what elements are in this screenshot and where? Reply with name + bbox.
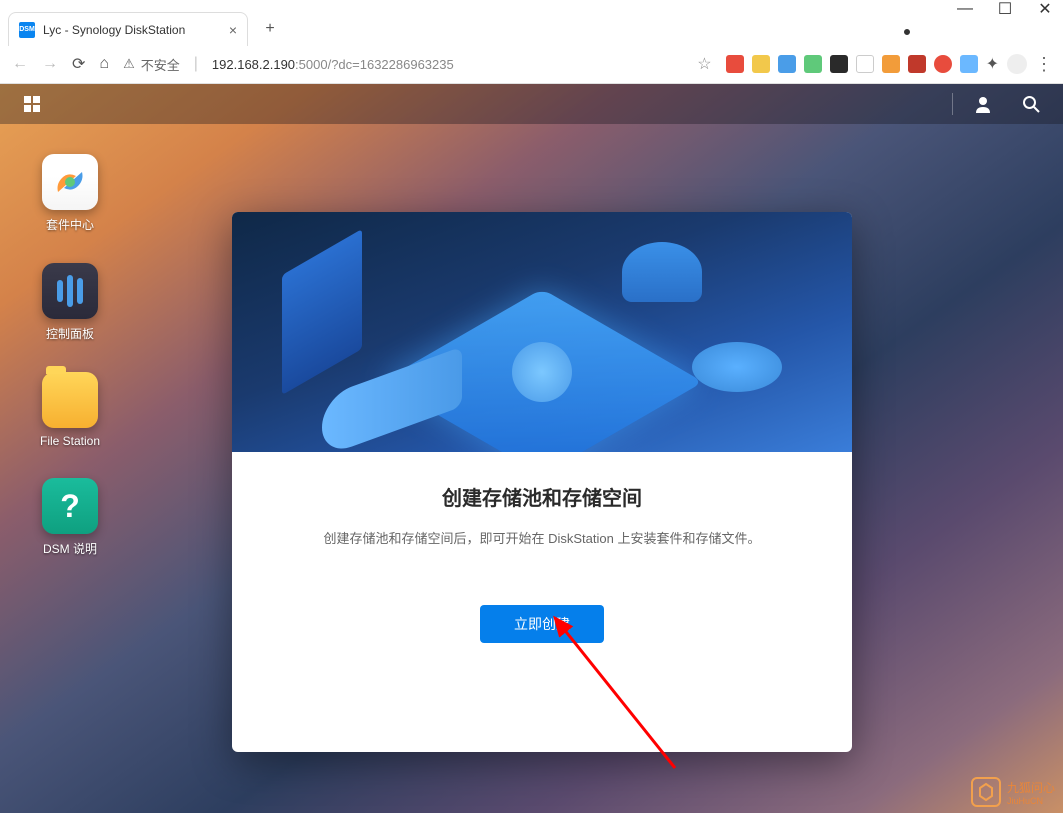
icon-label: DSM 说明 [43, 540, 97, 557]
extension-icon[interactable] [804, 55, 822, 73]
search-button[interactable] [1009, 88, 1053, 120]
tab-close-icon[interactable]: × [229, 22, 237, 38]
tab-bar: DSM Lyc - Synology DiskStation × + [0, 10, 1063, 46]
watermark-logo-icon [971, 777, 1001, 807]
window-minimize-icon[interactable]: ― [959, 3, 971, 15]
new-tab-button[interactable]: + [256, 15, 284, 43]
window-close-icon[interactable]: ✕ [1039, 3, 1051, 15]
create-storage-dialog: 创建存储池和存储空间 创建存储池和存储空间后，即可开始在 DiskStation… [232, 212, 852, 752]
person-icon [974, 95, 992, 113]
desktop-icon-file-station[interactable]: File Station [30, 372, 110, 448]
extensions-menu-icon[interactable]: ✦ [986, 54, 999, 74]
icon-label: 控制面板 [46, 325, 94, 342]
tab-title: Lyc - Synology DiskStation [43, 23, 185, 37]
extension-icon[interactable] [778, 55, 796, 73]
dialog-description: 创建存储池和存储空间后，即可开始在 DiskStation 上安装套件和存储文件… [272, 529, 812, 550]
user-menu-button[interactable] [961, 88, 1005, 120]
watermark: 九狐问心 JiuHuCN [971, 777, 1055, 807]
browser-menu-icon[interactable]: ⋮ [1035, 54, 1051, 75]
extension-icon[interactable] [882, 55, 900, 73]
desktop-icon-dsm-help[interactable]: ? DSM 说明 [30, 478, 110, 557]
extension-icon[interactable] [830, 55, 848, 73]
adblock-icon[interactable] [934, 55, 952, 73]
back-icon[interactable]: ← [12, 55, 28, 73]
security-label: 不安全 [141, 55, 180, 74]
grid-icon [23, 95, 41, 113]
watermark-text-en: JiuHuCN [1007, 796, 1055, 806]
bookmark-star-icon[interactable]: ☆ [697, 54, 711, 74]
dsm-desktop: 套件中心 控制面板 File Station ? DSM 说明 创建存储池和 [0, 84, 1063, 813]
extension-icon[interactable] [960, 55, 978, 73]
window-controls: ― ☐ ✕ [0, 0, 1063, 10]
icon-label: 套件中心 [46, 216, 94, 233]
desktop-icons: 套件中心 控制面板 File Station ? DSM 说明 [30, 154, 110, 557]
dialog-hero-illustration [232, 212, 852, 452]
extension-icon[interactable] [752, 55, 770, 73]
url-field[interactable]: 192.168.2.190:5000/?dc=1632286963235 [212, 57, 683, 72]
window-maximize-icon[interactable]: ☐ [999, 3, 1011, 15]
desktop-icon-control-panel[interactable]: 控制面板 [30, 263, 110, 342]
extension-icon[interactable] [856, 55, 874, 73]
divider [952, 93, 953, 115]
tab-favicon-icon: DSM [19, 22, 35, 38]
desktop-icon-package-center[interactable]: 套件中心 [30, 154, 110, 233]
extension-icons: ✦ ⋮ [726, 54, 1051, 75]
dialog-body: 创建存储池和存储空间 创建存储池和存储空间后，即可开始在 DiskStation… [232, 452, 852, 673]
create-now-button[interactable]: 立即创建 [480, 605, 604, 643]
home-icon[interactable]: ⌂ [99, 55, 109, 73]
notification-dot-icon [901, 26, 913, 38]
extension-icon[interactable] [908, 55, 926, 73]
extension-icon[interactable] [726, 55, 744, 73]
dialog-title: 创建存储池和存储空间 [272, 482, 812, 511]
dsm-topbar [0, 84, 1063, 124]
help-icon: ? [42, 478, 98, 534]
forward-icon: → [42, 55, 58, 73]
search-icon [1022, 95, 1040, 113]
reload-icon[interactable]: ⟳ [72, 54, 85, 74]
package-center-icon [42, 154, 98, 210]
watermark-text-cn: 九狐问心 [1007, 779, 1055, 796]
address-bar: ← → ⟳ ⌂ ⚠ 不安全 | 192.168.2.190:5000/?dc=1… [0, 46, 1063, 82]
file-station-icon [42, 372, 98, 428]
browser-tab[interactable]: DSM Lyc - Synology DiskStation × [8, 12, 248, 46]
main-menu-button[interactable] [10, 88, 54, 120]
url-host: 192.168.2.190 [212, 57, 295, 72]
icon-label: File Station [40, 434, 100, 448]
control-panel-icon [42, 263, 98, 319]
profile-avatar-icon[interactable] [1007, 54, 1027, 74]
browser-chrome: ― ☐ ✕ DSM Lyc - Synology DiskStation × +… [0, 0, 1063, 84]
security-indicator[interactable]: ⚠ 不安全 [123, 55, 180, 74]
warning-icon: ⚠ [123, 56, 135, 72]
url-path: :5000/?dc=1632286963235 [295, 57, 454, 72]
